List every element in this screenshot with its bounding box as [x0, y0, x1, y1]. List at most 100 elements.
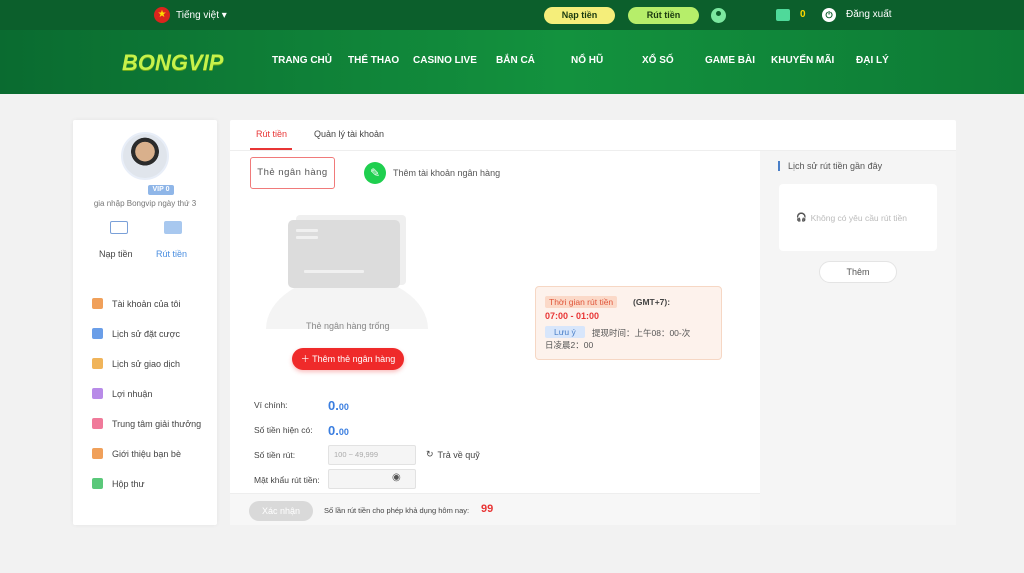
available-label: Số tiền hiện có:: [254, 425, 313, 435]
vip-badge: VIP 0: [148, 185, 174, 195]
menu-label: Hộp thư: [112, 478, 145, 489]
confirm-bar: Xác nhận Số lần rút tiền cho phép khả dụ…: [230, 493, 760, 525]
menu-transaction-history[interactable]: Lịch sử giao dịch: [92, 358, 180, 369]
mail-icon: [92, 478, 103, 489]
note-text: 提现时间：上午08：00-次: [592, 328, 691, 338]
withdraw-time-value: 07:00 - 01:00: [545, 311, 600, 321]
return-funds-button[interactable]: ↻ Trả về quỹ: [426, 449, 480, 460]
deposit-icon[interactable]: [110, 221, 128, 234]
balance-value: 0: [800, 9, 806, 20]
plus-icon: ＋: [300, 354, 310, 364]
menu-label: Lịch sử đặt cược: [112, 328, 180, 339]
withdraw-icon[interactable]: [164, 221, 182, 234]
tab-withdraw[interactable]: Rút tiền: [256, 129, 287, 139]
tab-account-management[interactable]: Quản lý tài khoản: [314, 129, 384, 139]
top-bar: ★ Tiếng việt ▾ Nạp tiền Rút tiền 0 ⏻ Đăn…: [0, 0, 1024, 30]
menu-label: Tài khoản của tôi: [112, 298, 181, 309]
menu-label: Lịch sử giao dịch: [112, 358, 181, 369]
withdraw-time-label: Thời gian rút tiền: [545, 296, 618, 308]
nav-promotions[interactable]: KHUYẾN MÃI: [771, 55, 834, 66]
return-funds-label: Trả về quỹ: [437, 449, 480, 460]
wallet-icon: [776, 9, 790, 21]
add-card-label: Thêm thẻ ngân hàng: [312, 354, 396, 364]
main-wallet-value: 0.00: [328, 398, 349, 413]
menu-reward-center[interactable]: Trung tâm giải thưởng: [92, 418, 201, 429]
main-wallet-amount: 0.: [328, 398, 339, 413]
card-line: [304, 270, 364, 273]
nav-fishing[interactable]: BẮN CÁ: [496, 55, 535, 66]
account-icon: [92, 298, 103, 309]
eye-off-icon[interactable]: ◉: [392, 472, 401, 483]
nav-sports[interactable]: THỂ THAO: [348, 55, 399, 66]
menu-label: Lợi nhuận: [112, 388, 153, 399]
user-sidebar: VIP 0 gia nhập Bongvip ngày thứ 3 Nạp ti…: [73, 120, 217, 525]
history-empty-text: Không có yêu cầu rút tiền: [810, 212, 907, 223]
refresh-icon: ↻: [426, 449, 434, 459]
daily-limit-text: Số lần rút tiền cho phép khả dụng hôm na…: [324, 506, 470, 515]
bongvip-logo[interactable]: BONGVIP: [122, 50, 223, 76]
menu-my-account[interactable]: Tài khoản của tôi: [92, 298, 181, 309]
nav-agent[interactable]: ĐẠI LÝ: [856, 55, 889, 66]
history-accent-bar: [778, 161, 780, 171]
withdraw-button[interactable]: Rút tiền: [628, 7, 699, 24]
history-list: 🎧 Không có yêu cầu rút tiền: [779, 184, 937, 251]
main-header: BONGVIP TRANG CHỦ THỂ THAO CASINO LIVE B…: [0, 30, 1024, 94]
power-icon[interactable]: ⏻: [822, 8, 836, 22]
nav-slots[interactable]: NỔ HŨ: [571, 55, 603, 66]
history-empty: 🎧 Không có yêu cầu rút tiền: [796, 212, 907, 223]
withdraw-link[interactable]: Rút tiền: [156, 249, 187, 259]
vietnam-flag-icon: ★: [154, 7, 170, 23]
menu-label: Trung tâm giải thưởng: [112, 418, 202, 429]
add-bank-card-button[interactable]: ＋ Thêm thẻ ngân hàng: [292, 348, 404, 370]
profit-icon: [92, 388, 103, 399]
withdraw-history-panel: Lịch sử rút tiền gần đây 🎧 Không có yêu …: [760, 151, 956, 525]
menu-inbox[interactable]: Hộp thư: [92, 478, 145, 489]
deposit-button[interactable]: Nạp tiền: [544, 7, 615, 24]
amount-input[interactable]: 100 ~ 49,999: [328, 445, 416, 465]
password-label: Mật khẩu rút tiền:: [254, 475, 320, 485]
referral-icon: [92, 448, 103, 459]
join-days-text: gia nhập Bongvip ngày thứ 3: [93, 199, 197, 208]
card-line: [296, 236, 318, 239]
bank-card-illustration: [288, 220, 400, 288]
bet-history-icon: [92, 328, 103, 339]
withdraw-panel: Rút tiền Quản lý tài khoản Thẻ ngân hàng…: [230, 120, 956, 525]
main-wallet-decimal: 00: [338, 402, 349, 412]
nav-casino-live[interactable]: CASINO LIVE: [413, 55, 477, 66]
history-title: Lịch sử rút tiền gần đây: [788, 161, 883, 171]
empty-bank-text: Thẻ ngân hàng trống: [306, 321, 390, 331]
pencil-icon[interactable]: ✎: [364, 162, 386, 184]
deposit-link[interactable]: Nạp tiền: [99, 249, 133, 259]
timezone-label: (GMT+7):: [633, 297, 671, 307]
menu-profit[interactable]: Lợi nhuận: [92, 388, 152, 399]
withdraw-time-notice: Thời gian rút tiền (GMT+7): 07:00 - 01:0…: [535, 286, 722, 360]
card-line: [296, 229, 318, 232]
nav-lottery[interactable]: XỔ SỐ: [642, 55, 674, 66]
user-icon[interactable]: [711, 8, 726, 23]
nav-home[interactable]: TRANG CHỦ: [272, 55, 332, 66]
confirm-button[interactable]: Xác nhận: [249, 501, 313, 521]
daily-limit-count: 99: [481, 503, 494, 515]
transaction-icon: [92, 358, 103, 369]
reward-icon: [92, 418, 103, 429]
password-input[interactable]: [328, 469, 416, 489]
note-text-continued: 日凌晨2：00: [545, 340, 594, 350]
language-label: Tiếng việt ▾: [176, 9, 227, 21]
nav-card-games[interactable]: GAME BÀI: [705, 55, 755, 66]
main-wallet-label: Ví chính:: [254, 400, 288, 410]
menu-label: Giới thiệu bạn bè: [112, 448, 181, 459]
headset-icon: 🎧: [796, 212, 807, 222]
language-selector[interactable]: ★ Tiếng việt ▾: [154, 7, 227, 23]
amount-label: Số tiền rút:: [254, 450, 296, 460]
available-amount: 0.: [328, 423, 339, 438]
available-value: 0.00: [328, 423, 349, 438]
avatar: [121, 132, 169, 180]
add-bank-account-link[interactable]: Thêm tài khoản ngân hàng: [393, 168, 500, 178]
logout-link[interactable]: Đăng xuất: [846, 9, 892, 20]
history-more-button[interactable]: Thêm: [819, 261, 897, 283]
note-badge: Lưu ý: [545, 326, 585, 338]
menu-bet-history[interactable]: Lịch sử đặt cược: [92, 328, 180, 339]
bank-card-button[interactable]: Thẻ ngân hàng: [250, 157, 335, 189]
menu-refer-friends[interactable]: Giới thiệu bạn bè: [92, 448, 181, 459]
available-decimal: 00: [338, 427, 349, 437]
